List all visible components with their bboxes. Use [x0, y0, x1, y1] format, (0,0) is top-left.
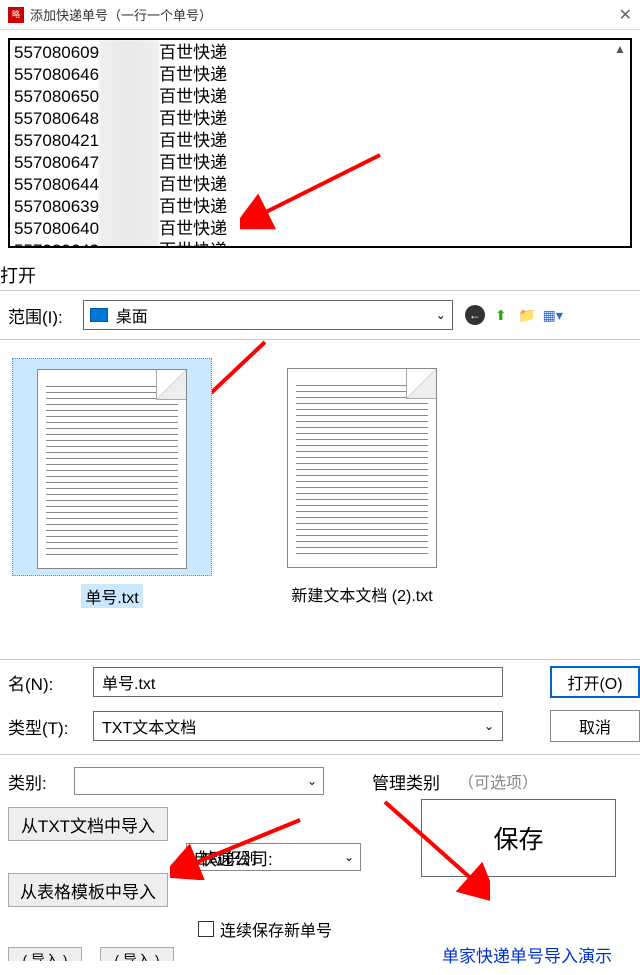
continuous-label: 连续保存新单号 [220, 917, 332, 941]
tracking-textarea[interactable]: ▲ 557080609 557080646 557080650 55708064… [8, 38, 632, 248]
express-company-label: 快递公司: [200, 845, 273, 870]
file-name: 单号.txt [81, 584, 142, 608]
cancel-button[interactable]: 取消 [550, 710, 640, 742]
file-item[interactable]: 单号.txt [12, 358, 212, 651]
filename-input[interactable]: 单号.txt [93, 667, 503, 697]
up-folder-icon[interactable]: ⬆ [491, 305, 511, 325]
window-title: 添加快递单号（一行一个单号） [30, 5, 619, 24]
tracking-numbers-col: 557080609 557080646 557080650 557080648 … [10, 40, 99, 248]
views-icon[interactable]: ▦▾ [543, 305, 563, 325]
new-folder-icon[interactable]: 📁 [517, 305, 537, 325]
filetype-label: 类型(T): [8, 714, 93, 739]
chevron-down-icon: ⌄ [307, 774, 317, 788]
app-icon: 略 [8, 7, 24, 23]
category-select[interactable]: ⌄ [74, 767, 324, 795]
import-txt-button[interactable]: 从TXT文档中导入 [8, 807, 168, 841]
chevron-down-icon: ⌄ [436, 308, 446, 322]
back-icon[interactable]: ← [465, 305, 485, 325]
range-label: 范围(I): [8, 303, 63, 328]
demo-link[interactable]: 单家快递单号导入演示 [442, 942, 612, 967]
chevron-down-icon: ⌄ [344, 850, 354, 864]
range-select[interactable]: 桌面 ⌄ [83, 300, 453, 330]
range-bar: 范围(I): 桌面 ⌄ ← ⬆ 📁 ▦▾ [0, 290, 640, 340]
save-button[interactable]: 保存 [421, 799, 616, 877]
open-button[interactable]: 打开(O) [550, 666, 640, 698]
tracking-company-col: 百世快递百世快递百世快递百世快递百世快递百世快递百世快递百世快递百世快递百世快递 [159, 40, 227, 248]
txt-file-icon [37, 369, 187, 569]
file-item[interactable]: 新建文本文档 (2).txt [262, 358, 462, 651]
chevron-down-icon: ⌄ [484, 719, 494, 733]
import-action-button[interactable]: ( 导入 ) [100, 947, 174, 961]
open-dialog-title: 打开 [0, 256, 640, 290]
titlebar: 略 添加快递单号（一行一个单号） ✕ [0, 0, 640, 30]
scroll-up-icon[interactable]: ▲ [612, 42, 628, 58]
txt-file-icon [287, 368, 437, 568]
close-icon[interactable]: ✕ [619, 5, 632, 25]
import-table-button[interactable]: 从表格模板中导入 [8, 873, 168, 907]
continuous-checkbox[interactable] [198, 921, 214, 937]
filetype-select[interactable]: TXT文本文档⌄ [93, 711, 503, 741]
blurred-column [99, 40, 159, 248]
manage-category-link[interactable]: 管理类别 [372, 769, 440, 794]
desktop-icon [90, 308, 108, 322]
import-action-button[interactable]: ( 导入 ) [8, 947, 82, 961]
optional-text: （可选项） [458, 769, 538, 793]
file-name: 新建文本文档 (2).txt [262, 582, 462, 606]
file-list-pane: 单号.txt 新建文本文档 (2).txt [0, 340, 640, 660]
filename-label: 名(N): [8, 670, 93, 695]
category-label: 类别: [8, 769, 66, 794]
range-value: 桌面 [116, 303, 436, 327]
